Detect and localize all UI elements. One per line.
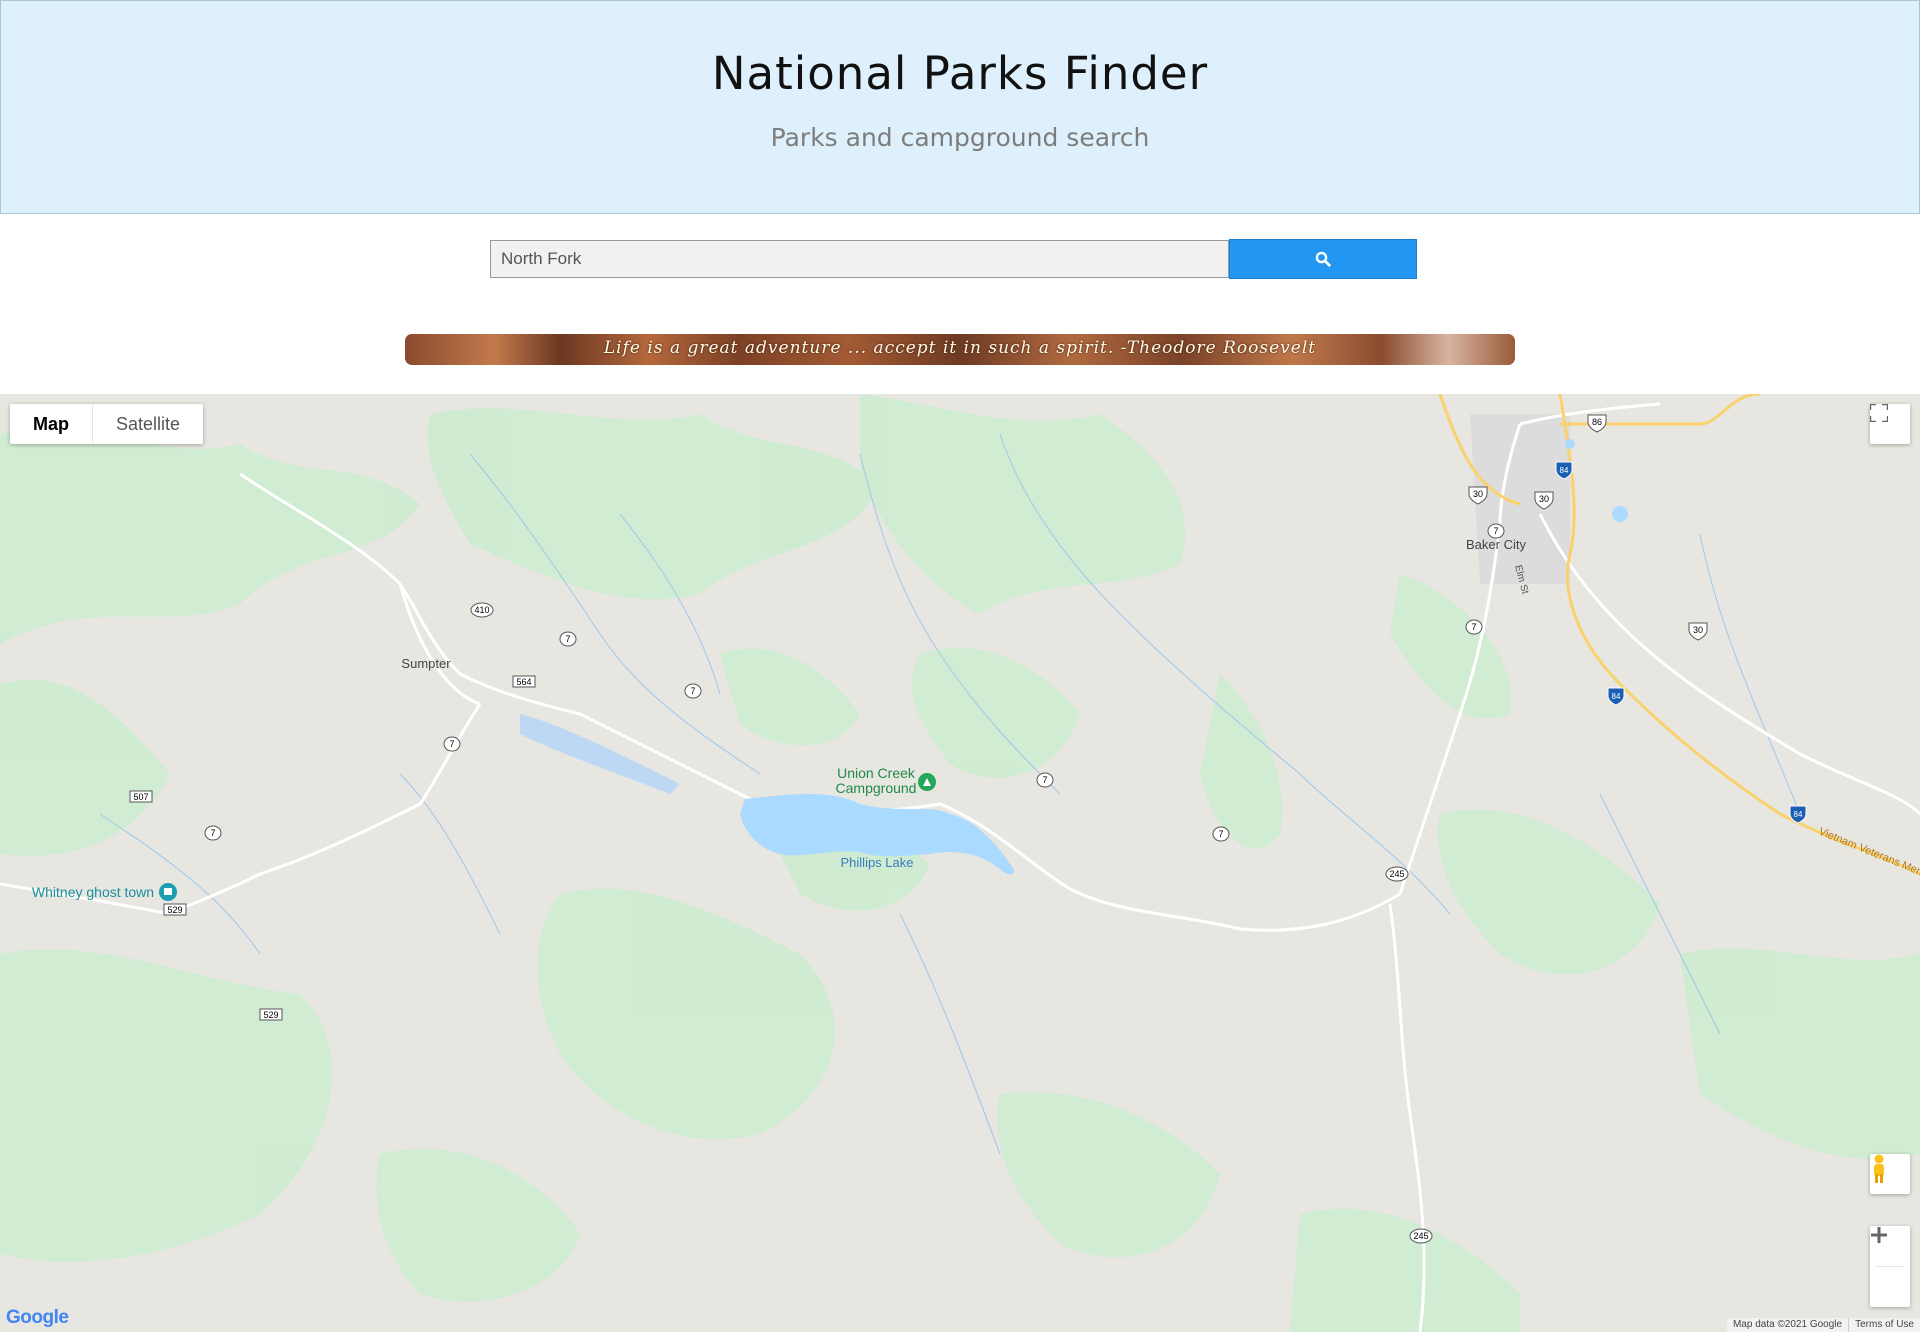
quote-text: Life is a great adventure ... accept it … <box>603 338 1317 358</box>
shield-7: 7 <box>1218 829 1223 839</box>
shield-30: 30 <box>1539 494 1549 504</box>
zoom-control <box>1870 1226 1910 1307</box>
shield-529: 529 <box>167 905 182 915</box>
shield-86: 86 <box>1592 417 1602 427</box>
shield-410: 410 <box>474 605 489 615</box>
shield-7: 7 <box>565 634 570 644</box>
shield-7: 7 <box>210 828 215 838</box>
shield-7: 7 <box>1493 526 1498 536</box>
shield-84: 84 <box>1560 466 1569 475</box>
map-canvas[interactable]: 7 7 7 7 7 7 7 7 410 564 507 529 529 245 … <box>0 394 1920 1332</box>
quote-banner: Life is a great adventure ... accept it … <box>405 334 1515 365</box>
minus-icon <box>1871 1233 1887 1237</box>
campground-marker[interactable] <box>918 773 936 791</box>
map-footer: Map data ©2021 Google Terms of Use <box>1726 1318 1920 1332</box>
search-button[interactable] <box>1229 239 1417 279</box>
shield-84: 84 <box>1794 810 1803 819</box>
shield-7: 7 <box>1042 775 1047 785</box>
shield-7: 7 <box>690 686 695 696</box>
shield-84: 84 <box>1612 692 1621 701</box>
label-whitney: Whitney ghost town <box>32 884 154 900</box>
map-type-control: Map Satellite <box>10 404 204 444</box>
shield-564: 564 <box>516 677 531 687</box>
page-subtitle: Parks and campground search <box>770 123 1150 152</box>
header-banner: National Parks Finder Parks and campgrou… <box>0 0 1920 214</box>
shield-507: 507 <box>133 792 148 802</box>
label-baker-city: Baker City <box>1466 537 1526 552</box>
small-pond <box>1612 506 1628 522</box>
google-logo[interactable]: Google <box>6 1307 69 1329</box>
map-view[interactable]: 7 7 7 7 7 7 7 7 410 564 507 529 529 245 … <box>0 394 1920 1332</box>
label-union-creek-1: Union Creek <box>837 765 916 781</box>
label-sumpter: Sumpter <box>401 656 451 671</box>
zoom-out-button[interactable] <box>1870 1233 1910 1307</box>
fullscreen-button[interactable] <box>1870 404 1910 444</box>
shield-529: 529 <box>263 1010 278 1020</box>
ghost-town-marker[interactable] <box>159 883 177 901</box>
shield-30: 30 <box>1473 489 1483 499</box>
page-title: National Parks Finder <box>711 47 1209 100</box>
pegman-icon <box>1874 1154 1884 1183</box>
label-phillips-lake: Phillips Lake <box>841 855 914 870</box>
small-pond <box>1565 439 1575 449</box>
shield-7: 7 <box>1471 622 1476 632</box>
fullscreen-icon <box>1870 404 1888 422</box>
shield-245: 245 <box>1413 1231 1428 1241</box>
search-icon <box>1315 251 1331 267</box>
search-bar <box>490 239 1430 279</box>
shield-7: 7 <box>449 739 454 749</box>
street-view-button[interactable] <box>1870 1154 1910 1194</box>
map-attribution: Map data ©2021 Google <box>1732 1319 1843 1330</box>
shield-30: 30 <box>1693 625 1703 635</box>
terms-of-use-link[interactable]: Terms of Use <box>1848 1318 1920 1332</box>
search-input[interactable] <box>490 240 1229 278</box>
label-union-creek-2: Campground <box>836 780 917 796</box>
map-type-satellite-button[interactable]: Satellite <box>93 404 203 444</box>
shield-245: 245 <box>1389 869 1404 879</box>
map-type-map-button[interactable]: Map <box>10 404 93 444</box>
